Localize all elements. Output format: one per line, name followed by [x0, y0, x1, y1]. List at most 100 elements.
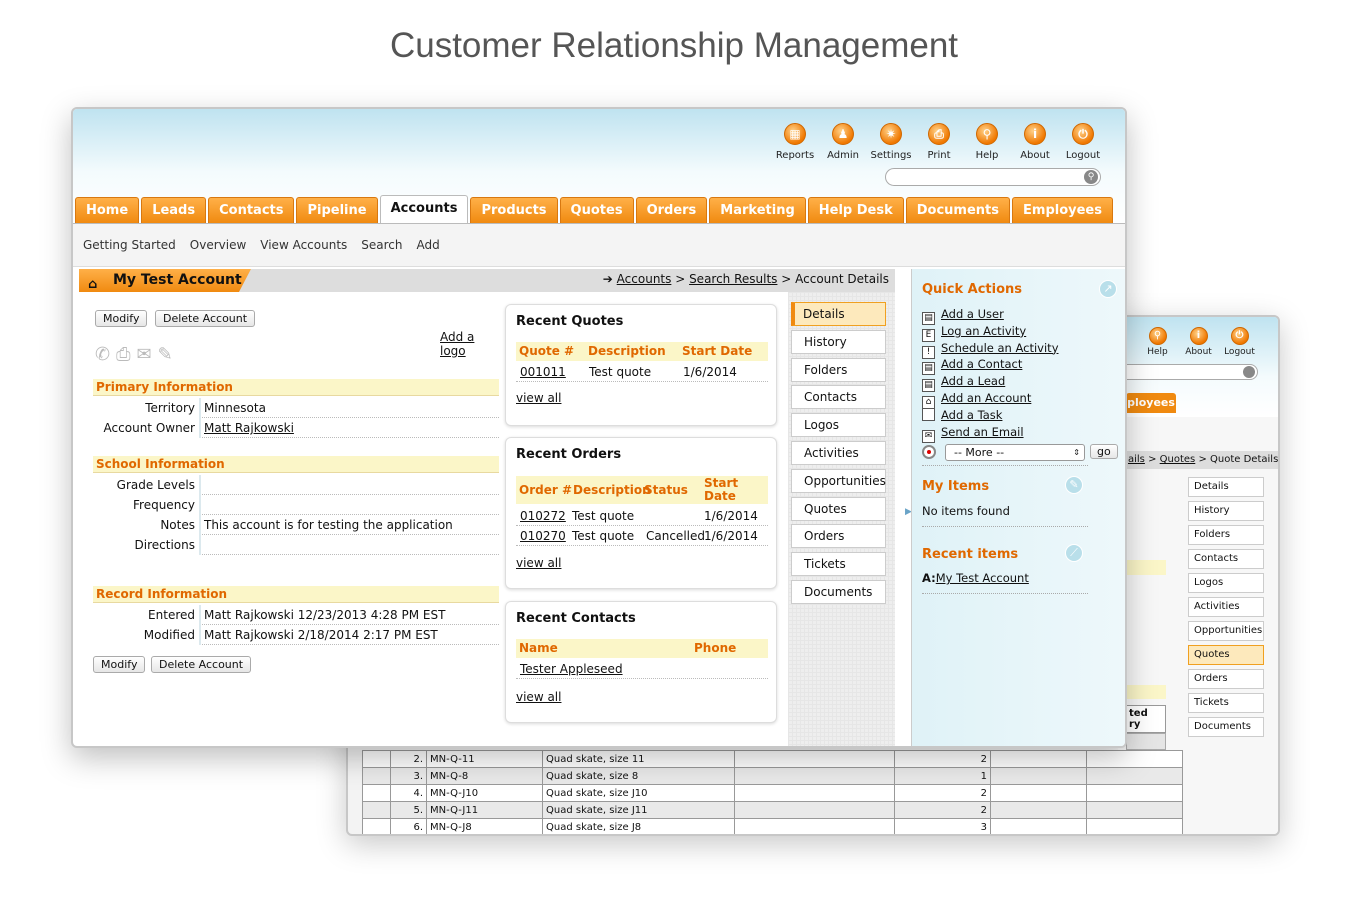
quick-action-add-a-lead[interactable]: ▤ Add a Lead	[922, 373, 1005, 393]
quick-action-send-an-email[interactable]: ✉ Send an Email	[922, 424, 1024, 443]
column-header: Description	[588, 344, 666, 358]
breadcrumb: ➔ Accounts > Search Results > Account De…	[603, 269, 889, 290]
subnav-getting-started[interactable]: Getting Started	[83, 238, 176, 252]
back-side-nav-logos[interactable]: Logos	[1188, 573, 1264, 593]
side-nav-logos[interactable]: Logos	[791, 413, 886, 438]
search-icon[interactable]: ⚲	[1084, 170, 1098, 184]
contact-name-link[interactable]: Tester Appleseed	[520, 659, 623, 679]
toolbar-about[interactable]: i About	[1011, 123, 1059, 161]
back-side-nav-opportunities[interactable]: Opportunities	[1188, 621, 1264, 641]
tab-documents[interactable]: Documents	[905, 197, 1011, 223]
account-owner-row: Account Owner Matt Rajkowski	[93, 418, 499, 438]
subnav-view-accounts[interactable]: View Accounts	[260, 238, 347, 252]
quick-action-schedule-an-activity[interactable]: ! Schedule an Activity	[922, 340, 1059, 359]
subnav-add[interactable]: Add	[417, 238, 440, 252]
tab-home[interactable]: Home	[75, 197, 140, 223]
tab-employees[interactable]: Employees	[1012, 197, 1113, 223]
grade-levels-row: Grade Levels	[93, 475, 499, 495]
back-toolbar-item[interactable]: ⏻ Logout	[1219, 327, 1260, 357]
modified-row: Modified Matt Rajkowski 2/18/2014 2:17 PM…	[93, 625, 499, 645]
view-all-quotes-link[interactable]: view all	[516, 391, 561, 405]
back-search-input[interactable]	[1108, 364, 1258, 380]
delete-account-button-bottom[interactable]: Delete Account	[151, 656, 252, 673]
quick-action-log-an-activity[interactable]: E Log an Activity	[922, 323, 1026, 342]
modify-button-bottom[interactable]: Modify	[93, 656, 146, 673]
back-breadcrumb-link[interactable]: ails	[1128, 454, 1145, 465]
tab-pipeline[interactable]: Pipeline	[296, 197, 378, 223]
back-side-nav-orders[interactable]: Orders	[1188, 669, 1264, 689]
tab-contacts[interactable]: Contacts	[208, 197, 295, 223]
divider	[922, 526, 1088, 527]
quick-action-add-a-contact[interactable]: ▤ Add a Contact	[922, 356, 1022, 376]
subnav-overview[interactable]: Overview	[190, 238, 247, 252]
subnav-search[interactable]: Search	[361, 238, 402, 252]
table-cell	[362, 818, 391, 834]
search-icon[interactable]	[1243, 366, 1255, 378]
quote-number-link[interactable]: 001011	[520, 362, 566, 382]
quick-action-add-a-user[interactable]: ▤ Add a User	[922, 306, 1004, 325]
toolbar-help[interactable]: ⚲ Help	[963, 123, 1011, 161]
recent-items-title: Recent items	[922, 547, 1019, 562]
toolbar-print[interactable]: ⎙ Print	[915, 123, 963, 161]
back-breadcrumb-link[interactable]: Quotes	[1160, 454, 1196, 465]
divider	[922, 465, 1088, 466]
side-nav-documents[interactable]: Documents	[791, 580, 886, 604]
recent-item-link[interactable]: My Test Account	[936, 571, 1029, 585]
tab-quotes[interactable]: Quotes	[559, 197, 634, 223]
side-nav-contacts[interactable]: Contacts	[791, 385, 886, 410]
back-toolbar-item[interactable]: i About	[1178, 327, 1219, 357]
toolbar-admin[interactable]: ♟ Admin	[819, 123, 867, 161]
order-number-link[interactable]: 010270	[520, 526, 566, 546]
back-side-nav-contacts[interactable]: Contacts	[1188, 549, 1264, 569]
back-side-nav-tickets[interactable]: Tickets	[1188, 693, 1264, 713]
quote-start-date: 1/6/2014	[683, 365, 737, 379]
quick-actions-icon: ↗	[1099, 280, 1117, 298]
quick-action-add-a-task[interactable]: Add a Task	[922, 407, 1002, 424]
order-start-date: 1/6/2014	[704, 529, 758, 543]
back-side-nav-history[interactable]: History	[1188, 501, 1264, 521]
breadcrumb-accounts-link[interactable]: Accounts	[617, 272, 672, 286]
tab-products[interactable]: Products	[470, 197, 558, 223]
tab-accounts[interactable]: Accounts	[379, 195, 469, 223]
back-side-nav-quotes[interactable]: Quotes	[1188, 645, 1264, 665]
view-all-orders-link[interactable]: view all	[516, 556, 561, 570]
modify-button[interactable]: Modify	[95, 310, 148, 327]
add-logo-link[interactable]: Add a logo	[440, 330, 499, 358]
toolbar-reports[interactable]: ▦ Reports	[771, 123, 819, 161]
side-nav-folders[interactable]: Folders	[791, 357, 886, 382]
quick-action-add-an-account[interactable]: ⌂ Add an Account	[922, 390, 1031, 409]
side-nav-opportunities[interactable]: Opportunities	[791, 468, 886, 493]
column-header: Start	[704, 476, 739, 490]
side-nav-orders[interactable]: Orders	[791, 524, 886, 549]
back-side-nav-documents[interactable]: Documents	[1188, 717, 1264, 737]
side-nav-quotes[interactable]: Quotes	[791, 496, 886, 521]
more-actions-select[interactable]: -- More -- ⇕	[945, 444, 1085, 461]
order-number-link[interactable]: 010272	[520, 506, 566, 526]
table-cell	[1086, 767, 1183, 785]
tab-marketing[interactable]: Marketing	[709, 197, 806, 223]
admin-icon: ♟	[832, 123, 854, 145]
view-all-contacts-link[interactable]: view all	[516, 690, 561, 704]
recent-item-type: A:	[922, 571, 936, 585]
go-button[interactable]: go	[1090, 444, 1118, 459]
side-nav-history[interactable]: History	[791, 329, 886, 354]
tab-orders[interactable]: Orders	[635, 197, 708, 223]
delete-account-button[interactable]: Delete Account	[155, 310, 256, 327]
back-side-nav-details[interactable]: Details	[1188, 477, 1264, 497]
tab-help-desk[interactable]: Help Desk	[807, 197, 904, 223]
help-icon: ⚲	[976, 123, 998, 145]
back-toolbar-item[interactable]: ⚲ Help	[1137, 327, 1178, 357]
toolbar-settings[interactable]: ✷ Settings	[867, 123, 915, 161]
account-owner-link[interactable]: Matt Rajkowski	[200, 418, 294, 438]
breadcrumb-search-results-link[interactable]: Search Results	[689, 272, 777, 286]
side-nav-details[interactable]: Details	[791, 302, 886, 326]
table-cell	[734, 818, 895, 834]
toolbar-logout[interactable]: ⏻ Logout	[1059, 123, 1107, 161]
back-tab-employees[interactable]: ployees	[1126, 393, 1176, 413]
side-nav-activities[interactable]: Activities	[791, 441, 886, 465]
side-nav-tickets[interactable]: Tickets	[791, 552, 886, 577]
back-side-nav-folders[interactable]: Folders	[1188, 525, 1264, 545]
search-input[interactable]: ⚲	[885, 168, 1101, 186]
back-side-nav-activities[interactable]: Activities	[1188, 597, 1264, 617]
tab-leads[interactable]: Leads	[141, 197, 207, 223]
